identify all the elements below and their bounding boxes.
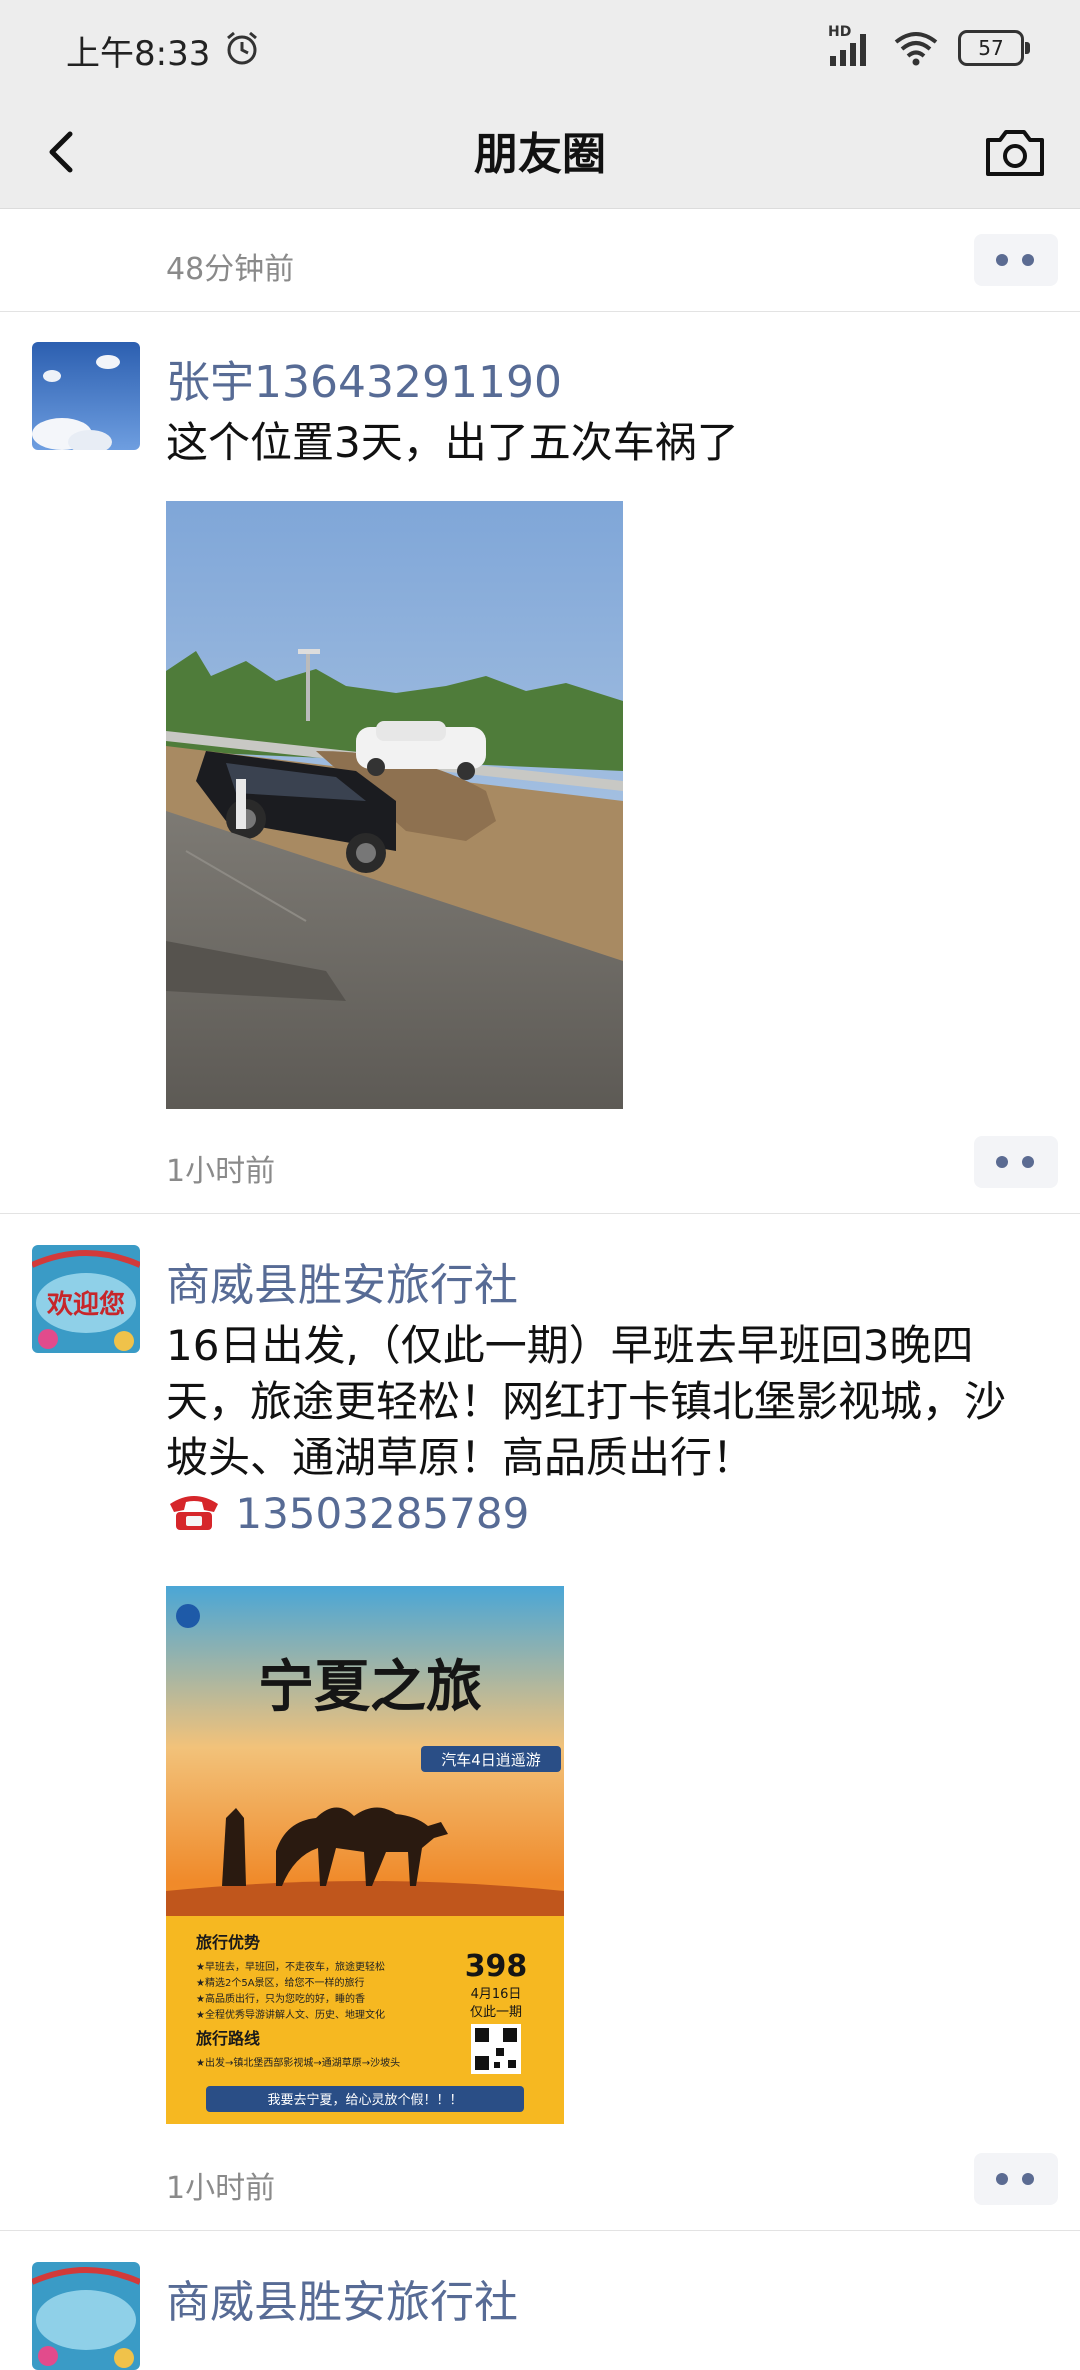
poster-section: 旅行优势 <box>196 1933 260 1952</box>
avatar[interactable] <box>32 342 140 450</box>
post-footer: 1小时前 <box>0 1110 1080 1214</box>
poster-bullet: ★高品质出行，只为您吃的好，睡的香 <box>196 1992 365 2005</box>
post-divider <box>0 2230 1080 2231</box>
post-body: 16日出发,（仅此一期）早班去早班回3晚四天，旅途更轻松！网红打卡镇北堡影视城，… <box>166 1321 1007 1482</box>
poster-tag: 汽车4日逍遥游 <box>441 1751 541 1769</box>
poster-bullet: ★精选2个5A景区，给您不一样的旅行 <box>196 1976 365 1989</box>
poster-date: 4月16日 <box>471 1987 522 2002</box>
avatar-text: 欢迎您 <box>46 1289 125 1320</box>
avatar[interactable]: 欢迎您 <box>32 1245 140 1353</box>
post-time: 1小时前 <box>166 1154 276 1189</box>
avatar[interactable] <box>32 2262 140 2370</box>
comment-more-button[interactable] <box>974 1136 1058 1188</box>
post-author[interactable]: 商威县胜安旅行社 <box>166 2266 518 2330</box>
poster-section: 旅行路线 <box>196 2029 260 2048</box>
camera-icon[interactable] <box>980 116 1050 188</box>
post-image[interactable] <box>166 501 623 1109</box>
telephone-icon <box>170 1496 218 1530</box>
poster-once: 仅此一期 <box>470 2005 522 2020</box>
post-author[interactable]: 商威县胜安旅行社 <box>166 1249 518 1313</box>
post-text: 16日出发,（仅此一期）早班去早班回3晚四天，旅途更轻松！网红打卡镇北堡影视城，… <box>166 1318 1046 1542</box>
post-footer: 48分钟前 <box>0 208 1080 312</box>
poster-route: ★出发→镇北堡西部影视城→通湖草原→沙坡头 <box>196 2056 400 2069</box>
back-arrow-icon[interactable] <box>30 116 100 188</box>
status-bar: 上午8:33 HD 57 <box>0 0 1080 96</box>
status-time: 上午8:33 <box>66 34 211 74</box>
phone-line[interactable]: 13503285789 <box>166 1489 529 1538</box>
poster-slogan: 我要去宁夏，给心灵放个假！！！ <box>267 2092 462 2108</box>
post-time: 48分钟前 <box>166 252 295 287</box>
signal-icon: HD <box>828 24 874 68</box>
alarm-icon <box>227 31 257 65</box>
poster-price: 398 <box>465 1949 528 1984</box>
poster-title: 宁夏之旅 <box>258 1654 482 1720</box>
phone-number[interactable]: 13503285789 <box>235 1489 529 1538</box>
post-text: 这个位置3天，出了五次车祸了 <box>166 418 739 467</box>
post-author[interactable]: 张宇13643291190 <box>166 346 562 410</box>
comment-more-button[interactable] <box>974 2153 1058 2205</box>
poster-bullet: ★早班去，早班回，不走夜车，旅途更轻松 <box>196 1960 385 1973</box>
post-image[interactable]: 宁夏之旅 汽车4日逍遥游 旅行优势 ★早班去，早班回，不走夜车，旅途更轻松 ★精… <box>166 1586 564 2124</box>
post-divider <box>0 1213 1080 1214</box>
comment-more-button[interactable] <box>974 234 1058 286</box>
post-footer: 1小时前 <box>0 2127 1080 2231</box>
page-title: 朋友圈 <box>474 129 606 180</box>
battery-icon: 57 <box>958 30 1030 66</box>
post-divider <box>0 311 1080 312</box>
poster-bullet: ★全程优秀导游讲解人文、历史、地理文化 <box>196 2008 385 2021</box>
nav-bar: 朋友圈 <box>0 96 1080 209</box>
wifi-icon <box>894 32 938 66</box>
post-time: 1小时前 <box>166 2171 276 2206</box>
